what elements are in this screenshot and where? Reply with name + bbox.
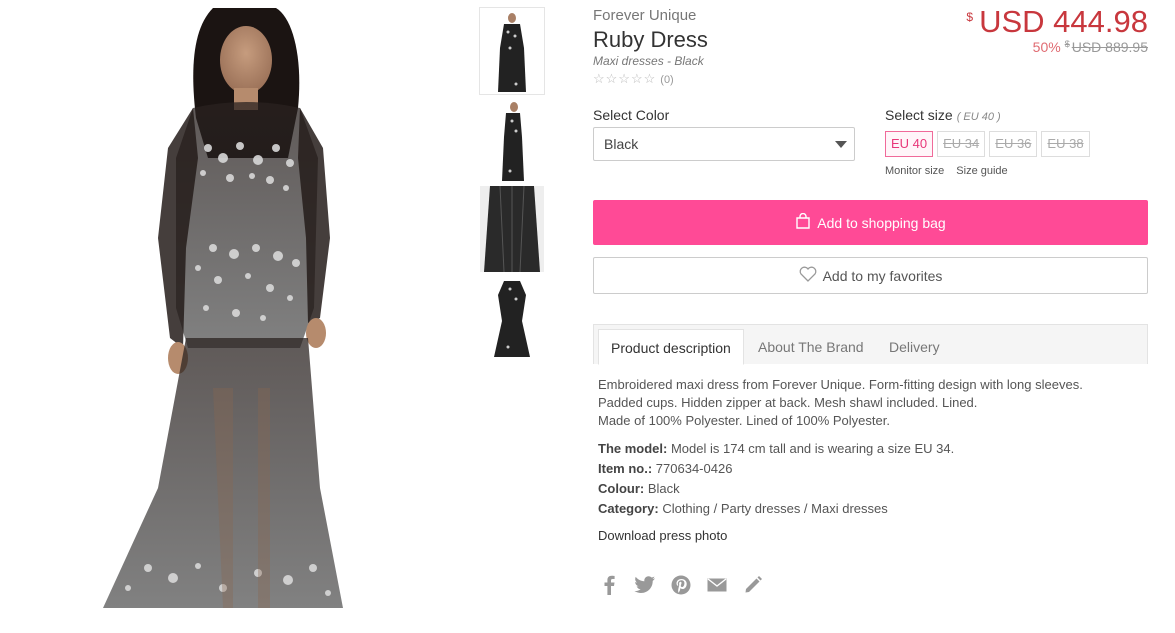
fact-label: Category:: [598, 501, 659, 516]
add-to-bag-label: Add to shopping bag: [817, 214, 946, 231]
description-line: Padded cups. Hidden zipper at back. Mesh…: [598, 395, 978, 410]
product-description: Embroidered maxi dress from Forever Uniq…: [598, 376, 1138, 430]
select-size-label: Select size( EU 40 ): [885, 107, 1001, 123]
tab-product-description[interactable]: Product description: [598, 329, 744, 365]
color-select-value: Black: [604, 136, 639, 152]
size-option-eu38[interactable]: EU 38: [1041, 131, 1090, 157]
size-option-eu40[interactable]: EU 40: [885, 131, 934, 157]
description-line: Embroidered maxi dress from Forever Uniq…: [598, 377, 1083, 392]
product-facts: The model: Model is 174 cm tall and is w…: [598, 439, 954, 519]
star-rating-icons: ☆☆☆☆☆: [593, 71, 657, 86]
add-to-bag-button[interactable]: Add to shopping bag: [593, 200, 1148, 245]
select-size-text: Select size: [885, 107, 953, 123]
thumbnail-front[interactable]: [479, 7, 545, 95]
old-price-row: 50% $ USD 889.95: [1033, 39, 1148, 55]
selected-size-hint: ( EU 40 ): [956, 111, 1001, 123]
chevron-down-icon: [835, 141, 847, 148]
add-to-favorites-button[interactable]: Add to my favorites: [593, 257, 1148, 294]
product-category: Maxi dresses - Black: [593, 54, 704, 68]
product-page: Forever Unique Ruby Dress Maxi dresses -…: [0, 0, 1175, 633]
size-option-eu34[interactable]: EU 34: [937, 131, 986, 157]
old-price-currency-symbol: $: [1064, 39, 1070, 49]
review-count: (0): [660, 74, 674, 86]
price-currency-symbol: $: [966, 10, 974, 24]
size-guide-link[interactable]: Size guide: [956, 165, 1007, 177]
tab-about-brand[interactable]: About The Brand: [746, 329, 876, 365]
fact-value: Model is 174 cm tall and is wearing a si…: [670, 441, 955, 456]
fact-colour: Colour: Black: [598, 479, 954, 499]
thumbnail-skirt-detail[interactable]: [480, 186, 544, 272]
fact-item-no: Item no.: 770634-0426: [598, 459, 954, 479]
fact-category: Category: Clothing / Party dresses / Max…: [598, 499, 954, 519]
brand-link[interactable]: Forever Unique: [593, 7, 696, 24]
share-bar: [598, 574, 764, 596]
twitter-icon[interactable]: [634, 574, 656, 596]
heart-icon: [799, 266, 817, 285]
color-select[interactable]: Black: [593, 127, 855, 161]
thumbnail-side[interactable]: [480, 97, 544, 183]
download-press-photo-link[interactable]: Download press photo: [598, 528, 727, 543]
monitor-size-link[interactable]: Monitor size: [885, 165, 944, 177]
product-tabs: Product description About The Brand Deli…: [593, 324, 1148, 365]
rating[interactable]: ☆☆☆☆☆ (0): [593, 71, 674, 87]
fact-value[interactable]: Clothing / Party dresses / Maxi dresses: [662, 501, 887, 516]
fact-label: Item no.:: [598, 461, 653, 476]
fact-value: Black: [647, 481, 680, 496]
current-price: USD 444.98: [979, 4, 1148, 39]
thumbnail-flat[interactable]: [480, 275, 544, 361]
size-option-eu36[interactable]: EU 36: [989, 131, 1038, 157]
tab-delivery[interactable]: Delivery: [877, 329, 952, 365]
discount-percent: 50%: [1032, 39, 1061, 55]
fact-value: 770634-0426: [655, 461, 733, 476]
fact-label: The model:: [598, 441, 668, 456]
size-links: Monitor size Size guide: [885, 165, 1008, 177]
old-price: USD 889.95: [1071, 39, 1148, 55]
fact-model: The model: Model is 174 cm tall and is w…: [598, 439, 954, 459]
product-title: Ruby Dress: [593, 27, 708, 52]
mail-icon[interactable]: [706, 574, 728, 596]
fact-label: Colour:: [598, 481, 645, 496]
pinterest-icon[interactable]: [670, 574, 692, 596]
description-line: Made of 100% Polyester. Lined of 100% Po…: [598, 413, 890, 428]
facebook-icon[interactable]: [598, 574, 620, 596]
shopping-bag-icon: [795, 212, 811, 232]
price: $ USD 444.98: [966, 4, 1148, 40]
add-to-favorites-label: Add to my favorites: [822, 267, 943, 284]
thumbnail-strip: [479, 7, 545, 364]
size-options: EU 40 EU 34 EU 36 EU 38: [885, 131, 1090, 157]
main-product-image[interactable]: [8, 8, 476, 630]
select-color-label: Select Color: [593, 107, 670, 123]
pencil-icon[interactable]: [742, 574, 764, 596]
